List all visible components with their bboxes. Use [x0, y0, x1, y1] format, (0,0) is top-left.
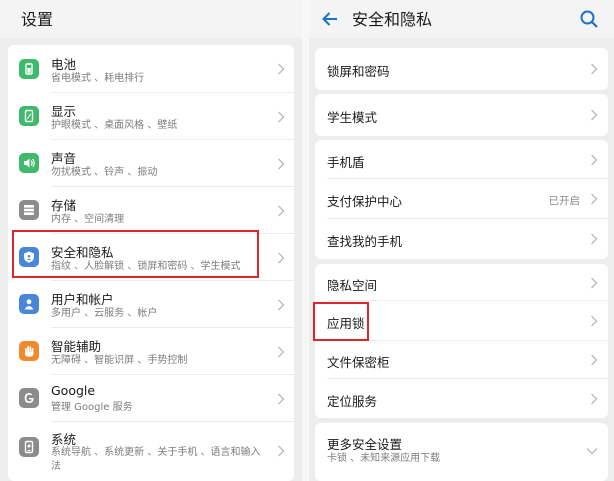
settings-item-file-safe[interactable]: 文件保密柜 — [315, 341, 608, 379]
settings-item-title: 支付保护中心 — [327, 194, 403, 209]
settings-item-location-services[interactable]: 定位服务 — [315, 379, 608, 418]
settings-panel: 设置 电池 省电模式 、耗电排行 显示 护眼模式 、桌面风格 、壁纸 声音 勿扰… — [0, 0, 302, 481]
chevron-right-icon — [591, 154, 598, 166]
settings-item-more-security[interactable]: 更多安全设置 卡锁 、未知来源应用下载 — [315, 423, 608, 481]
settings-item-title: Google — [51, 383, 96, 398]
chevron-right-icon — [278, 445, 285, 457]
settings-item-users-accounts[interactable]: 用户和帐户 多用户 、云服务 、帐户 — [8, 281, 294, 328]
settings-item-subtitle: 护眼模式 、桌面风格 、壁纸 — [51, 120, 178, 131]
sound-icon — [19, 153, 39, 173]
settings-item-phone-shield[interactable]: 手机盾 — [315, 140, 608, 179]
settings-item-title: 查找我的手机 — [327, 234, 403, 249]
settings-item-title: 电池 — [51, 57, 77, 72]
settings-item-battery[interactable]: 电池 省电模式 、耗电排行 — [8, 45, 294, 93]
settings-item-title: 智能辅助 — [51, 339, 102, 354]
panel-divider — [302, 0, 309, 481]
chevron-right-icon — [278, 111, 285, 123]
settings-item-student-mode[interactable]: 学生模式 — [315, 94, 608, 136]
settings-item-title: 定位服务 — [327, 394, 378, 409]
settings-item-subtitle: 系统导航 、系统更新 、关于手机 、语言和输入法 — [51, 447, 261, 472]
chevron-right-icon — [278, 252, 285, 264]
settings-item-subtitle: 勿扰模式 、铃声 、振动 — [51, 167, 158, 178]
page-title: 安全和隐私 — [352, 10, 433, 29]
settings-item-subtitle: 卡锁 、未知来源应用下载 — [327, 453, 441, 464]
settings-item-lockscreen-password[interactable]: 锁屏和密码 — [315, 48, 608, 90]
settings-item-title: 显示 — [51, 104, 77, 119]
chevron-right-icon — [591, 277, 598, 289]
settings-group: 更多安全设置 卡锁 、未知来源应用下载 — [315, 423, 608, 481]
google-icon — [19, 388, 39, 408]
chevron-right-icon — [591, 63, 598, 75]
battery-icon — [19, 59, 39, 79]
settings-item-system[interactable]: 系统 系统导航 、系统更新 、关于手机 、语言和输入法 — [8, 422, 294, 481]
settings-item-title: 锁屏和密码 — [327, 64, 390, 79]
page-title: 设置 — [21, 10, 54, 29]
settings-item-payment-protection[interactable]: 支付保护中心 已开启 — [315, 179, 608, 219]
settings-item-find-my-phone[interactable]: 查找我的手机 — [315, 219, 608, 259]
chevron-right-icon — [278, 158, 285, 170]
back-arrow-icon[interactable] — [319, 8, 341, 30]
settings-item-sound[interactable]: 声音 勿扰模式 、铃声 、振动 — [8, 140, 294, 187]
settings-item-storage[interactable]: 存储 内存 、空间清理 — [8, 187, 294, 234]
chevron-right-icon — [278, 346, 285, 358]
chevron-right-icon — [278, 299, 285, 311]
settings-item-title: 声音 — [51, 151, 77, 166]
settings-item-title: 隐私空间 — [327, 278, 378, 293]
hand-icon — [19, 341, 39, 361]
security-header: 安全和隐私 — [309, 0, 614, 38]
chevron-right-icon — [278, 63, 285, 75]
chevron-down-icon — [586, 448, 598, 455]
settings-item-private-space[interactable]: 隐私空间 — [315, 264, 608, 301]
chevron-right-icon — [591, 315, 598, 327]
chevron-right-icon — [278, 393, 285, 405]
settings-group: 手机盾 支付保护中心 已开启 查找我的手机 — [315, 140, 608, 259]
chevron-right-icon — [278, 205, 285, 217]
settings-item-subtitle: 多用户 、云服务 、帐户 — [51, 308, 158, 319]
display-icon — [19, 106, 39, 126]
highlight-box-security — [12, 230, 259, 278]
highlight-box-app-lock — [313, 302, 369, 341]
settings-group: 锁屏和密码 — [315, 48, 608, 90]
search-icon[interactable] — [578, 8, 600, 30]
chevron-right-icon — [591, 354, 598, 366]
chevron-right-icon — [591, 193, 598, 205]
chevron-right-icon — [591, 109, 598, 121]
settings-item-title: 手机盾 — [327, 155, 365, 170]
status-text: 已开启 — [548, 195, 581, 207]
user-icon — [19, 294, 39, 314]
settings-item-title: 更多安全设置 — [327, 437, 403, 452]
settings-item-title: 文件保密柜 — [327, 355, 390, 370]
chevron-right-icon — [591, 393, 598, 405]
settings-group: 隐私空间 应用锁 文件保密柜 定位服务 — [315, 264, 608, 418]
settings-item-subtitle: 省电模式 、耗电排行 — [51, 73, 145, 84]
chevron-right-icon — [591, 233, 598, 245]
security-privacy-panel: 安全和隐私 锁屏和密码 学生模式 手机盾 支付保护中心 已开启 查找我的手机 隐… — [309, 0, 614, 481]
settings-item-subtitle: 内存 、空间清理 — [51, 214, 125, 225]
settings-group: 学生模式 — [315, 94, 608, 136]
settings-item-title: 学生模式 — [327, 110, 378, 125]
settings-item-google[interactable]: Google 管理 Google 服务 — [8, 375, 294, 422]
storage-icon — [19, 200, 39, 220]
settings-item-display[interactable]: 显示 护眼模式 、桌面风格 、壁纸 — [8, 93, 294, 140]
settings-item-subtitle: 无障碍 、智能识屏 、手势控制 — [51, 355, 188, 366]
settings-item-title: 存储 — [51, 198, 77, 213]
settings-item-title: 用户和帐户 — [51, 292, 114, 307]
settings-item-smart-assist[interactable]: 智能辅助 无障碍 、智能识屏 、手势控制 — [8, 328, 294, 375]
system-icon — [19, 437, 39, 457]
settings-item-subtitle: 管理 Google 服务 — [51, 402, 133, 413]
settings-header: 设置 — [0, 0, 302, 38]
